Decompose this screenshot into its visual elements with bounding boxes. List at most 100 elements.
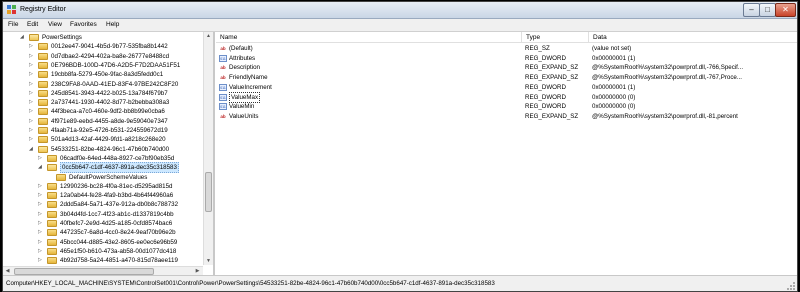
tree-vertical-scroll-thumb[interactable] [205,172,212,212]
menu-favorites[interactable]: Favorites [70,21,97,28]
tree-key-label[interactable]: 3b04d4fd-1cc7-4f23-ab1c-d1337819c4bb [60,210,174,219]
expand-arrow-icon[interactable]: ▷ [38,228,44,237]
expand-arrow-icon[interactable]: ▷ [38,210,44,219]
tree-key-label[interactable]: 54533251-82be-4824-96c1-47b60b740d00 [51,145,169,154]
value-name[interactable]: Description [229,63,260,72]
tree-key-label[interactable]: 4faab71a-92e5-4726-b531-224559672d19 [51,126,168,135]
value-name[interactable]: ValueMax [229,91,261,103]
tree-key-label[interactable]: 0d7dbae2-4294-402a-ba8e-26777e8488cd [51,52,169,61]
tree-key-label[interactable]: 45bcc044-d885-43e2-8605-ee0ec6e96b59 [60,238,177,247]
value-type: REG_DWORD [525,103,566,111]
value-data: (value not set) [592,45,632,52]
tree-key-label[interactable]: 44f3beca-a7c0-460e-9df2-bb8b99e0cba6 [51,107,165,116]
folder-icon [47,201,57,209]
expand-arrow-icon[interactable]: ▷ [29,42,35,51]
value-row[interactable]: ab FriendlyName REG_EXPAND_SZ @%SystemRoot%… [216,73,797,82]
value-row[interactable]: 011 ValueMax REG_DWORD 0x00000000 (0) [216,91,797,103]
folder-icon [38,108,48,116]
value-name[interactable]: Attributes [229,54,255,63]
value-name[interactable]: ValueUnits [229,112,258,121]
binary-value-icon: 011 [219,103,227,111]
value-name[interactable]: FriendlyName [229,73,268,82]
expand-arrow-icon[interactable]: ▷ [29,52,35,61]
tree-key-label[interactable]: 245d8541-3943-4422-b025-13a784f679b7 [51,89,168,98]
tree-key-label[interactable]: 0E796BDB-100D-47D6-A2D5-F7D2DAA51F51 [51,61,180,70]
collapse-arrow-icon[interactable]: ◢ [20,33,26,42]
string-value-icon: ab [219,45,227,52]
column-header-data[interactable]: Data [589,32,797,43]
value-data: 0x00000001 (1) [592,83,636,91]
value-row[interactable]: 011 ValueMin REG_DWORD 0x00000000 (0) [216,102,797,111]
value-data: 0x00000000 (0) [592,103,636,111]
expand-arrow-icon[interactable]: ▷ [29,70,35,79]
expand-arrow-icon[interactable]: ▷ [29,107,35,116]
menu-help[interactable]: Help [106,21,119,28]
expand-arrow-icon[interactable]: ▷ [29,89,35,98]
value-name[interactable]: ValueMin [229,102,254,111]
tree-key-label[interactable]: 465e1f50-b610-473a-ab58-00d1077dc418 [60,247,176,256]
folder-icon [47,229,57,237]
value-row[interactable]: ab Description REG_EXPAND_SZ @%SystemRoot%\… [216,63,797,72]
string-value-icon: ab [219,64,227,72]
value-row[interactable]: 011 ValueIncrement REG_DWORD 0x00000001 (1) [216,83,797,92]
expand-arrow-icon[interactable]: ▷ [38,191,44,200]
collapse-arrow-icon[interactable]: ◢ [38,163,44,172]
tree-key-label[interactable]: PowerSettings [42,33,82,42]
resize-grip-icon[interactable] [787,282,795,290]
menu-view[interactable]: View [48,21,62,28]
value-row[interactable]: ab (Default) REG_SZ (value not set) [216,44,797,53]
close-icon: ✕ [782,5,789,14]
expand-arrow-icon[interactable]: ▷ [29,61,35,70]
scroll-down-icon[interactable]: ▼ [205,257,212,265]
tree-vertical-scrollbar[interactable]: ▲ ▼ [203,32,213,265]
expand-arrow-icon[interactable]: ▷ [38,247,44,256]
minimize-button[interactable]: – [743,3,760,17]
tree-key-label[interactable]: 2ddd5a84-5a71-437e-912a-db0b8c788732 [60,200,178,209]
close-button[interactable]: ✕ [775,3,796,17]
tree-key-label[interactable]: 19cbb8fa-5279-450e-9fac-8a3d5fedd0c1 [51,70,163,79]
menu-file[interactable]: File [8,21,18,28]
tree-key-label[interactable]: 238C9FA8-0AAD-41ED-83F4-97BE242C8F20 [51,80,178,89]
folder-icon [38,80,48,88]
folder-icon [47,257,57,265]
value-row[interactable]: 011 Attributes REG_DWORD 0x00000001 (1) [216,54,797,63]
scroll-left-icon[interactable]: ◀ [4,267,11,275]
collapse-arrow-icon[interactable]: ◢ [29,145,35,154]
expand-arrow-icon[interactable]: ▷ [38,256,44,265]
column-header-name[interactable]: Name [216,32,522,43]
expand-arrow-icon[interactable]: ▷ [29,126,35,135]
tree-key-label[interactable]: 501a4d13-42af-4429-9fd1-a8218c268e20 [51,135,166,144]
binary-value-icon: 011 [219,54,227,62]
expand-arrow-icon[interactable]: ▷ [38,200,44,209]
scroll-up-icon[interactable]: ▲ [205,32,212,40]
tree-key-label[interactable]: 0012ee47-9041-4b5d-9b77-535fba8b1442 [51,42,168,51]
expand-arrow-icon[interactable]: ▷ [29,98,35,107]
binary-value-icon: 011 [219,93,227,101]
tree-key-label[interactable]: 4f971e89-eebd-4455-a8de-9e59040e7347 [51,117,168,126]
value-name[interactable]: ValueIncrement [229,83,272,92]
folder-icon [38,127,48,134]
maximize-button[interactable]: □ [759,3,776,17]
expand-arrow-icon[interactable]: ▷ [38,238,44,247]
folder-icon [38,99,48,107]
scroll-right-icon[interactable]: ▶ [194,267,201,275]
value-name[interactable]: (Default) [229,44,253,53]
tree-key-label[interactable]: 2a737441-1930-4402-8d77-b2bebba308a3 [51,98,169,107]
tree-horizontal-scroll-thumb[interactable] [14,268,154,275]
expand-arrow-icon[interactable]: ▷ [38,182,44,191]
tree-horizontal-scrollbar[interactable]: ◀ ▶ [3,266,203,275]
expand-arrow-icon[interactable]: ▷ [29,80,35,89]
expand-arrow-icon[interactable]: ▷ [29,117,35,126]
tree-key-label[interactable]: DefaultPowerSchemeValues [69,173,147,182]
expand-arrow-icon[interactable]: ▷ [38,154,44,163]
tree-key-label[interactable]: 40fbefc7-2e9d-4d25-a185-0cfd8574bac6 [60,219,172,228]
tree-key-label[interactable]: 12a0ab44-fe28-4fa9-b3bd-4b64f44960a6 [60,191,173,200]
expand-arrow-icon[interactable]: ▷ [29,135,35,144]
tree-key-label[interactable]: 4b92d758-5a24-4851-a470-815d78aee119 [60,256,178,265]
menu-edit[interactable]: Edit [27,21,38,28]
value-row[interactable]: ab ValueUnits REG_EXPAND_SZ @%SystemRoot%\s… [216,112,797,121]
tree-key-label[interactable]: 12990236-bc28-4f0a-81ec-d5295ad815d [60,182,173,191]
tree-key-label[interactable]: 447235c7-6a8d-4cc0-8e24-9eaf70b96e2b [60,228,176,237]
column-header-type[interactable]: Type [522,32,589,43]
expand-arrow-icon[interactable]: ▷ [38,219,44,228]
